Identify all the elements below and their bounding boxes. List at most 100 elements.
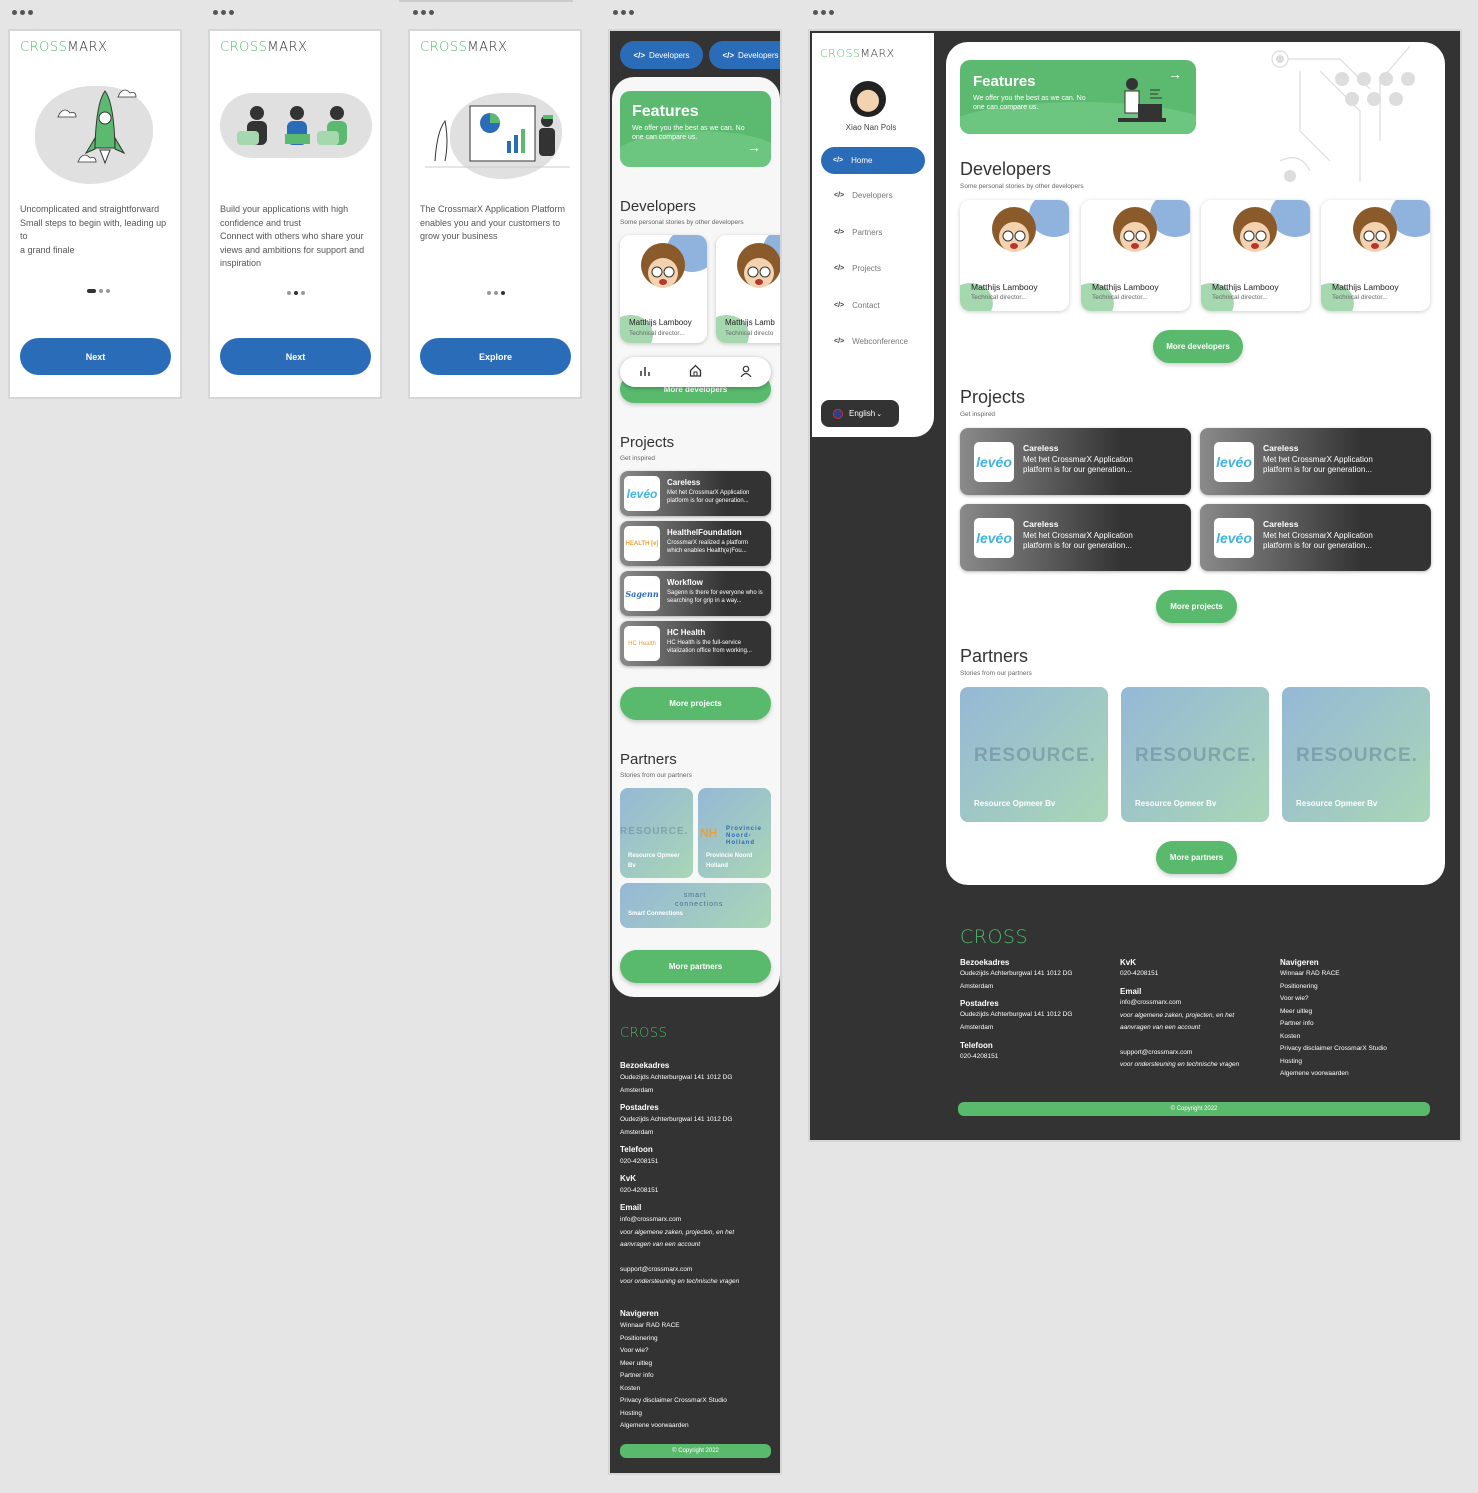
partner-card[interactable]: RESOURCE. Resource Opmeer Bv <box>960 687 1108 822</box>
project-title: Careless <box>667 478 701 487</box>
footer-link[interactable]: Kosten <box>620 1383 727 1396</box>
project-title: Workflow <box>667 578 703 587</box>
developer-card[interactable]: Matthijs Lambooy Technical director... <box>1081 200 1190 311</box>
more-partners-button[interactable]: More partners <box>1156 841 1237 874</box>
partner-name: Resource Opmeer Bv <box>1296 799 1378 808</box>
footer-link[interactable]: Algemene voorwaarden <box>620 1420 727 1433</box>
nav-home[interactable]: </> Home <box>821 147 925 174</box>
project-title: Careless <box>1263 443 1299 453</box>
user-icon[interactable] <box>740 365 752 380</box>
dashboard-illustration-icon <box>425 105 570 168</box>
footer-phone[interactable]: 020-4208151 <box>960 1051 998 1064</box>
avatar[interactable] <box>850 81 886 117</box>
footer-link[interactable]: Winnaar RAD RACE <box>620 1320 727 1333</box>
project-card[interactable]: Sagenn Workflow Sagenn is there for ever… <box>620 571 771 616</box>
project-card[interactable]: levéo Careless Met het CrossmarX Applica… <box>960 428 1191 495</box>
partner-card[interactable]: RESOURCE. Resource Opmeer Bv <box>1121 687 1269 822</box>
onboarding-text: The CrossmarX Application Platform enable… <box>420 204 566 241</box>
nav-developers[interactable]: </> Developers <box>834 191 893 200</box>
project-description: Met het CrossmarX Application platform i… <box>1263 455 1373 475</box>
footer-link[interactable]: Winnaar RAD RACE <box>1280 968 1387 981</box>
nav-projects[interactable]: </> Projects <box>834 264 881 273</box>
footer-link[interactable]: Meer uitleg <box>620 1358 727 1371</box>
window-dots <box>813 10 834 16</box>
avatar <box>1113 207 1157 273</box>
project-logo: levéo <box>974 518 1014 558</box>
footer-post-address: Oudezijds Achterburgwal 141 1012 DG Amste… <box>960 1011 1073 1031</box>
avatar <box>1233 207 1277 273</box>
footer-link[interactable]: Algemene voorwaarden <box>1280 1068 1387 1081</box>
partner-card[interactable]: RESOURCE. Resource Opmeer Bv <box>620 788 693 878</box>
more-partners-button[interactable]: More partners <box>620 950 771 983</box>
footer-link[interactable]: Voor wie? <box>620 1345 727 1358</box>
footer-visit-heading: Bezoekadres <box>620 1061 670 1070</box>
features-card[interactable]: Features We offer you the best as we can… <box>960 60 1196 134</box>
nav-partners[interactable]: </> Partners <box>834 228 882 237</box>
project-card[interactable]: HEALTH [e] HealthelFoundation CrossmarX … <box>620 521 771 566</box>
footer-phone[interactable]: 020-4208151 <box>620 1156 658 1169</box>
developer-card[interactable]: Matthijs Lambooy Technical director... <box>1321 200 1430 311</box>
footer-link[interactable]: Voor wie? <box>1280 993 1387 1006</box>
partner-name: Resource Opmeer Bv <box>974 799 1056 808</box>
chip-developers[interactable]: </> Developers <box>709 41 780 69</box>
home-icon[interactable] <box>689 364 702 380</box>
bar-chart-icon[interactable] <box>639 365 651 380</box>
more-developers-button[interactable]: More developers <box>1153 330 1243 363</box>
footer-link[interactable]: Hosting <box>1280 1056 1387 1069</box>
project-card[interactable]: levéo Careless Met het CrossmarX Applica… <box>1200 504 1431 571</box>
more-projects-button[interactable]: More projects <box>1156 590 1237 623</box>
footer-link[interactable]: Privacy disclaimer CrossmarX Studio <box>620 1395 727 1408</box>
projects-subtitle: Get inspired <box>620 455 656 462</box>
code-icon: </> <box>834 192 845 199</box>
onboarding-screen-1: CROSSMARX Uncomplicated and straightforw… <box>8 29 182 399</box>
footer-email: info@crossmarx.com voor algemene zaken, … <box>1120 997 1240 1068</box>
partner-name: Smart Connections <box>628 911 684 917</box>
next-button[interactable]: Next <box>20 338 171 375</box>
footer-link[interactable]: Positionering <box>620 1333 727 1346</box>
more-projects-button[interactable]: More projects <box>620 687 771 720</box>
support-email-link[interactable]: support@crossmarx.com <box>620 1264 739 1277</box>
footer-link[interactable]: Positionering <box>1280 981 1387 994</box>
project-card[interactable]: levéo Careless Met het CrossmarX Applica… <box>960 504 1191 571</box>
desktop-home-screen: CROSSMARX Xiao Nan Pols </> Home </> Devel… <box>808 29 1462 1142</box>
info-email-link[interactable]: info@crossmarx.com <box>1120 997 1239 1010</box>
developer-card[interactable]: Matthijs Lambooy Technical director... <box>960 200 1069 311</box>
info-email-link[interactable]: info@crossmarx.com <box>620 1214 739 1227</box>
nav-contact[interactable]: </> Contact <box>834 301 880 310</box>
onboarding-screen-2: CROSSMARX Build your applications with h… <box>208 29 382 399</box>
footer-link[interactable]: Meer uitleg <box>1280 1006 1387 1019</box>
footer-link[interactable]: Privacy disclaimer CrossmarX Studio <box>1280 1043 1387 1056</box>
features-card[interactable]: Features We offer you the best as we can… <box>620 91 771 167</box>
partner-card[interactable]: smart connections Smart Connections <box>620 883 771 928</box>
language-select[interactable]: English ⌄ <box>821 400 899 427</box>
project-logo: Sagenn <box>624 576 660 611</box>
developers-subtitle: Some personal stories by other developer… <box>960 183 1084 190</box>
project-card[interactable]: levéo Careless Met het CrossmarX Applica… <box>1200 428 1431 495</box>
arrow-right-icon: → <box>747 139 761 155</box>
project-card[interactable]: HC Health HC Health HC Health is the ful… <box>620 621 771 666</box>
footer-link[interactable]: Kosten <box>1280 1031 1387 1044</box>
footer-link[interactable]: Partner info <box>1280 1018 1387 1031</box>
project-card[interactable]: levéo Careless Met het CrossmarX Applica… <box>620 471 771 516</box>
chip-developers[interactable]: </> Developers <box>620 41 703 69</box>
footer-link[interactable]: Hosting <box>620 1408 727 1421</box>
developers-title: Developers <box>620 198 696 215</box>
partner-card[interactable]: RESOURCE. Resource Opmeer Bv <box>1282 687 1430 822</box>
partner-card[interactable]: Provincie Noord-Holland NH Provincie Noo… <box>698 788 771 878</box>
nav-webconference[interactable]: </> Webconference <box>834 337 908 346</box>
project-description: Met het CrossmarX Application platform i… <box>667 490 750 504</box>
developer-card[interactable]: Matthijs Lamb Technical directo <box>716 235 780 343</box>
project-logo: levéo <box>1214 442 1254 482</box>
explore-button[interactable]: Explore <box>420 338 571 375</box>
developers-subtitle: Some personal stories by other developer… <box>620 219 744 226</box>
developer-name: Matthijs Lambooy <box>971 282 1038 292</box>
developer-card[interactable]: Matthijs Lambooy Technical director... <box>1201 200 1310 311</box>
support-email-link[interactable]: support@crossmarx.com <box>1120 1047 1239 1060</box>
window-dots <box>12 10 33 16</box>
footer-link[interactable]: Partner info <box>620 1370 727 1383</box>
footer-email-heading: Email <box>620 1203 642 1212</box>
next-button[interactable]: Next <box>220 338 371 375</box>
code-icon: </> <box>633 50 646 60</box>
partner-watermark: smart connections <box>675 892 724 908</box>
developer-card[interactable]: Matthijs Lambooy Technical director... <box>620 235 707 343</box>
